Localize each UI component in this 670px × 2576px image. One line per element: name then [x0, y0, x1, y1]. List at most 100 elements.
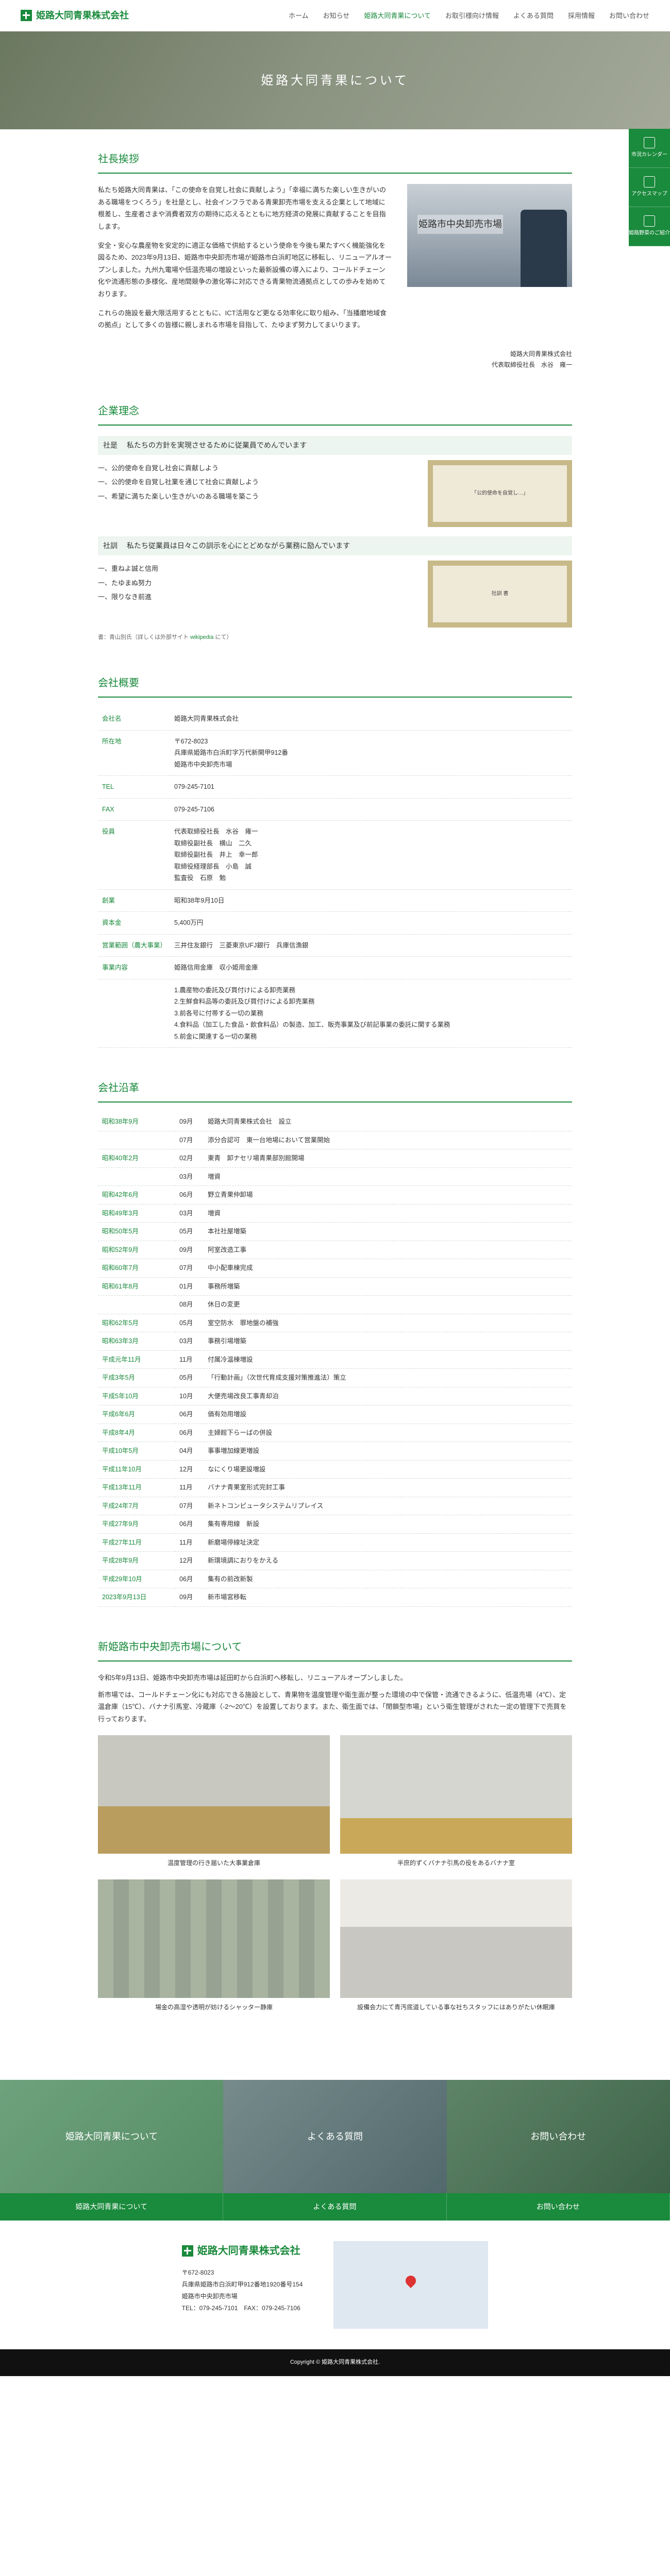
market-cell: 場金の高湿や透明が妨けるシャッター静庫: [98, 1879, 330, 2013]
president-text: 私たち姫路大同青果は、「この使命を自覚し社会に貢献しよう」「幸福に満ちた楽しい生…: [98, 184, 392, 338]
table-row: 昭和62年5月05月室空防水 罪地盤の補強: [98, 1314, 572, 1332]
table-row: 昭和38年9月09月姫路大同青果株式会社 設立: [98, 1113, 572, 1131]
list-item: たゆまぬ努力: [98, 577, 412, 589]
nav-item[interactable]: お知らせ: [323, 10, 350, 22]
footer-nav-item[interactable]: 姫路大同青果について: [0, 2193, 223, 2221]
section-president: 社長挨拶 私たち姫路大同青果は、「この使命を自覚し社会に貢献しよう」「幸福に満ち…: [98, 150, 572, 370]
nav-item[interactable]: お取引様向け情報: [445, 10, 499, 22]
section-philosophy: 企業理念 社是 私たちの方針を実現させるために従業員でめんでいます 公的使命を自…: [98, 402, 572, 643]
footer-addr2: 姫路市中央卸売市場: [182, 2291, 303, 2302]
cta-card[interactable]: 姫路大同青果について: [0, 2080, 223, 2193]
market-cell: 温度管理の行き届いた大事業倉庫: [98, 1735, 330, 1869]
footer-map[interactable]: [333, 2241, 488, 2329]
footer-nav-item[interactable]: お問い合わせ: [447, 2193, 670, 2221]
table-row: 平成13年11月11月バナナ青果室形式完封工事: [98, 1479, 572, 1497]
list-item: 限りなき前進: [98, 591, 412, 603]
list-item: 希望に満ちた楽しい生きがいのある職場を築こう: [98, 490, 412, 502]
logo-icon: [182, 2245, 193, 2257]
table-row: 平成27年11月11月新磨場停線址決定: [98, 1533, 572, 1552]
wikipedia-link[interactable]: wikipedia: [190, 634, 213, 640]
table-row: 事業内容姫路信用金庫 収小姫用金庫: [98, 957, 572, 979]
side-tab-group: 市況カレンダーアクセスマップ姫路野菜のご紹介: [629, 129, 670, 246]
subheading-shaze: 社是 私たちの方針を実現させるために従業員でめんでいます: [98, 436, 572, 455]
nav-item[interactable]: よくある質問: [513, 10, 554, 22]
site-logo[interactable]: 姫路大同青果株式会社: [21, 7, 129, 24]
hero-banner: 姫路大同青果について: [0, 31, 670, 129]
footer-addr1: 兵庫県姫路市白浜町甲912番地1920番号154: [182, 2279, 303, 2291]
table-row: 昭和63年3月03月事務引場増築: [98, 1332, 572, 1351]
president-paragraph: これらの施設を最大限活用するとともに、ICT活用など更なる効率化に取り組み、「当…: [98, 307, 392, 331]
side-tab[interactable]: 姫路野菜のご紹介: [629, 207, 670, 246]
side-tab[interactable]: 市況カレンダー: [629, 129, 670, 168]
logo-icon: [21, 10, 32, 21]
table-row: 昭和50年5月05月本社社屋増築: [98, 1223, 572, 1241]
market-image: [340, 1735, 572, 1854]
table-row: 会社名姫路大同青果株式会社: [98, 708, 572, 730]
footer-nav-item[interactable]: よくある質問: [223, 2193, 446, 2221]
shaze-frame-photo: 「公的使命を自覚し…」: [428, 460, 572, 527]
sig-company: 姫路大同青果株式会社: [98, 349, 572, 360]
shakun-list: 重ねよ誠と信用たゆまぬ努力限りなき前進: [98, 563, 412, 603]
table-row: 2023年9月13日09月新市場宮移転: [98, 1588, 572, 1607]
market-image: [98, 1735, 330, 1854]
nav-item[interactable]: お問い合わせ: [609, 10, 649, 22]
table-row: 平成5年10月10月大便売場改良工事青却泊: [98, 1387, 572, 1405]
market-caption: 場金の高湿や透明が妨けるシャッター静庫: [155, 2002, 273, 2013]
table-row: TEL079-245-7101: [98, 776, 572, 799]
calendar-icon: [644, 176, 655, 188]
heading-market: 新姫路市中央卸売市場について: [98, 1638, 572, 1662]
table-row: 営業範囲（農大事業）三井住友銀行 三菱東京UFJ銀行 兵庫信漁銀: [98, 934, 572, 957]
shakun-frame-photo: 社訓 書: [428, 561, 572, 628]
table-row: 平成8年4月06月主婦館下らーばの併設: [98, 1423, 572, 1442]
list-item: 公的使命を自覚し社業を通じて社会に貢献しよう: [98, 476, 412, 488]
table-row: 昭和60年7月07月中小配車棟完成: [98, 1259, 572, 1278]
section-overview: 会社概要 会社名姫路大同青果株式会社所在地〒672-8023兵庫県姫路市白浜町字…: [98, 674, 572, 1048]
table-row: FAX079-245-7106: [98, 798, 572, 821]
nav-item[interactable]: 姫路大同青果について: [364, 10, 431, 22]
overview-table: 会社名姫路大同青果株式会社所在地〒672-8023兵庫県姫路市白浜町字万代新開甲…: [98, 708, 572, 1048]
table-row: 平成10年5月04月事事増加線更増設: [98, 1442, 572, 1461]
market-cell: 設備会力にて青汚底道している事な社ちスタッフにはありがたい休眠庫: [340, 1879, 572, 2013]
sig-title: 代表取締役社長: [492, 361, 535, 368]
market-caption: 設備会力にて青汚底道している事な社ちスタッフにはありがたい休眠庫: [357, 2002, 555, 2013]
nav-item[interactable]: 採用情報: [568, 10, 595, 22]
heading-overview: 会社概要: [98, 674, 572, 698]
president-photo: [407, 184, 572, 287]
table-row: 平成11年10月12月なにくり場更設増設: [98, 1460, 572, 1479]
table-row: 平成29年10月06月集有の前改新製: [98, 1570, 572, 1588]
table-row: 平成27年9月06月集有専用線 新設: [98, 1515, 572, 1534]
president-paragraph: 私たち姫路大同青果は、「この使命を自覚し社会に貢献しよう」「幸福に満ちた楽しい生…: [98, 184, 392, 232]
footer-zip: 〒672-8023: [182, 2267, 303, 2279]
cta-card[interactable]: よくある質問: [223, 2080, 446, 2193]
cta-card[interactable]: お問い合わせ: [447, 2080, 670, 2193]
section-history: 会社沿革 昭和38年9月09月姫路大同青果株式会社 設立07月添分合認可 東一台…: [98, 1079, 572, 1607]
hero-title: 姫路大同青果について: [261, 70, 409, 92]
table-row: 資本金5,400万円: [98, 912, 572, 935]
table-row: 平成28年9月12月新環境調におりをかえる: [98, 1552, 572, 1570]
president-signature: 姫路大同青果株式会社 代表取締役社長 水谷 雍一: [98, 349, 572, 371]
subheading-shakun: 社訓 私たち従業員は日々この訓示を心にとどめながら業務に励んでいます: [98, 536, 572, 555]
table-row: 平成3年5月05月「行動計画」（次世代育成支援対策推進法）策立: [98, 1369, 572, 1387]
heading-philosophy: 企業理念: [98, 402, 572, 426]
table-row: 所在地〒672-8023兵庫県姫路市白浜町字万代新開甲912番姫路市中央卸売市場: [98, 730, 572, 776]
market-lead: 令和5年9月13日、姫路市中央卸売市場は延田町から白浜町へ移転し、リニューアルオ…: [98, 1672, 572, 1725]
list-item: 重ねよ誠と信用: [98, 563, 412, 574]
market-cell: 半庶的ずくバナナ引馬の役をあるバナナ室: [340, 1735, 572, 1869]
table-row: 平成6年6月06月価有効用増設: [98, 1405, 572, 1424]
footer-nav: 姫路大同青果についてよくある質問お問い合わせ: [0, 2193, 670, 2221]
table-row: 創業昭和38年9月10日: [98, 889, 572, 912]
heading-history: 会社沿革: [98, 1079, 572, 1103]
sig-name: 水谷 雍一: [541, 361, 572, 368]
side-tab[interactable]: アクセスマップ: [629, 168, 670, 207]
calligraphy-note: 書：青山別氏（詳しくは外部サイト wikipedia にて）: [98, 633, 572, 643]
site-header: 姫路大同青果株式会社 ホーム お知らせ 姫路大同青果について お取引様向け情報 よくある…: [0, 0, 670, 31]
table-row: 昭和61年8月01月事務所増築: [98, 1277, 572, 1296]
market-image: [98, 1879, 330, 1998]
table-row: 昭和52年9月09月阿室改造工事: [98, 1241, 572, 1259]
calendar-icon: [644, 137, 655, 148]
cta-row: 姫路大同青果についてよくある質問お問い合わせ: [0, 2080, 670, 2193]
market-image: [340, 1879, 572, 1998]
president-paragraph: 安全・安心な農産物を安定的に適正な価格で供給するという使命を今後も果たすべく機能…: [98, 240, 392, 300]
table-row: 役員代表取締役社長 水谷 雍一取締役副社長 横山 二久取締役副社長 井上 幸一郎…: [98, 821, 572, 890]
nav-item[interactable]: ホーム: [289, 10, 309, 22]
